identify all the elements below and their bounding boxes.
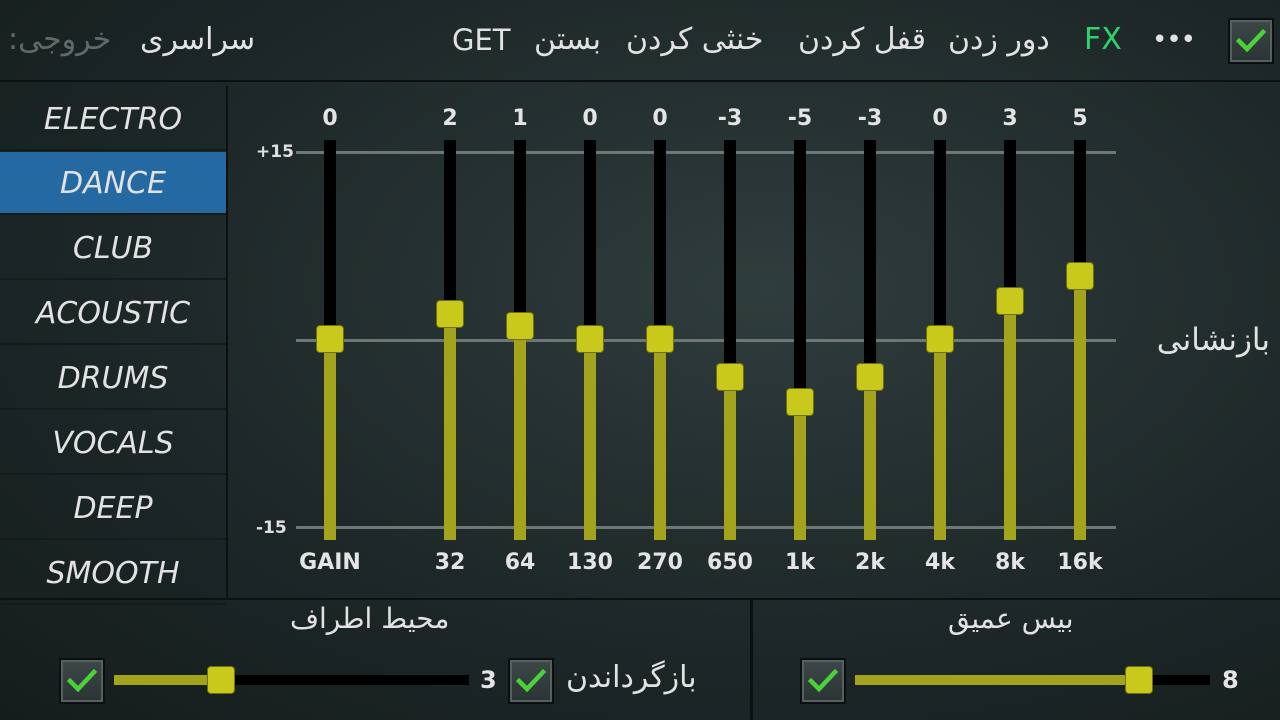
preset-item-smooth[interactable]: SMOOTH [0,542,226,605]
preset-item-drums[interactable]: DRUMS [0,347,226,410]
bass-slider-fill [855,675,1139,685]
preset-label: ELECTRO [43,102,183,137]
band-16k: 5 16k [1030,86,1130,598]
band-slider-thumb[interactable] [317,326,343,352]
band-fill [654,339,666,540]
band-value: 5 [1072,106,1088,131]
preset-item-deep[interactable]: DEEP [0,477,226,540]
checkmark-icon [808,668,838,693]
preset-item-club[interactable]: CLUB [0,217,226,280]
surround-title: محیط اطراف [290,602,450,635]
mute-button[interactable]: خنثی کردن [626,20,763,60]
close-button[interactable]: بستن [534,20,601,60]
band-fill [1004,301,1016,540]
band-fill [934,339,946,540]
surround-slider-fill [114,675,221,685]
band-slider-thumb[interactable] [717,363,743,390]
fx-button[interactable]: FX [1084,20,1122,60]
checkmark-icon [67,668,97,693]
band-slider-thumb[interactable] [647,326,673,352]
band-slider-thumb[interactable] [437,300,463,327]
lock-button[interactable]: قفل کردن [798,20,926,60]
band-fill [584,339,596,540]
bass-value: 8 [1222,666,1239,694]
surround-value: 3 [480,666,497,694]
checkmark-icon [516,668,546,693]
reset-button[interactable]: بازنشانی [1157,322,1270,358]
preset-label: DRUMS [57,361,169,396]
band-slider-thumb[interactable] [787,388,813,415]
top-bar: خروجی: سراسری GET بستن خنثی کردن قفل کرد… [0,0,1280,82]
enable-checkbox[interactable] [1228,18,1274,64]
band-fill [724,376,736,540]
band-fill [864,376,876,540]
bass-checkbox[interactable] [800,658,846,704]
preset-item-electro[interactable]: ELECTRO [0,88,226,151]
preset-label: CLUB [72,231,154,266]
equalizer-panel: +15 -15 0 GAIN 2 32 1 64 0 130 0 270 -3 [230,86,1280,598]
band-label: GAIN [299,550,361,575]
preset-item-vocals[interactable]: VOCALS [0,412,226,475]
output-label: خروجی: [8,22,112,57]
band-slider-thumb[interactable] [857,363,883,390]
band-slider-thumb[interactable] [577,326,603,352]
bypass-button[interactable]: دور زدن [948,20,1050,60]
band-fill [794,401,806,540]
preset-label: DANCE [60,166,166,201]
preset-label: ACOUSTIC [35,296,191,331]
surround-slider-thumb[interactable] [207,667,234,693]
effects-panel: محیط اطراف 3 بازگرداندن بیس عمیق 8 [0,598,1280,720]
bass-title: بیس عمیق [948,602,1074,635]
restore-label: بازگرداندن [566,660,697,695]
get-button[interactable]: GET [452,20,511,60]
bass-slider-thumb[interactable] [1126,667,1152,693]
preset-label: SMOOTH [46,556,180,591]
surround-checkbox[interactable] [59,658,105,704]
preset-item-dance[interactable]: DANCE [0,152,226,215]
band-fill [514,326,526,540]
band-label: 16k [1057,550,1103,575]
section-divider [750,600,753,720]
band-fill [444,313,456,540]
output-selector[interactable]: سراسری [140,20,255,60]
band-slider-thumb[interactable] [1067,263,1093,290]
band-fill [324,339,336,540]
preset-item-acoustic[interactable]: ACOUSTIC [0,282,226,345]
preset-label: VOCALS [52,426,174,461]
preset-label: DEEP [73,491,153,526]
checkmark-icon [1236,28,1266,53]
more-menu-button[interactable]: ••• [1152,20,1196,60]
band-gain: 0 GAIN [280,86,380,598]
band-slider-thumb[interactable] [507,313,533,340]
band-fill [1074,276,1086,540]
restore-checkbox[interactable] [508,658,554,704]
band-slider-thumb[interactable] [997,288,1023,315]
band-value: 0 [322,106,338,131]
preset-list: ELECTRO DANCE CLUB ACOUSTIC DRUMS VOCALS… [0,86,228,605]
band-slider-thumb[interactable] [927,326,953,352]
